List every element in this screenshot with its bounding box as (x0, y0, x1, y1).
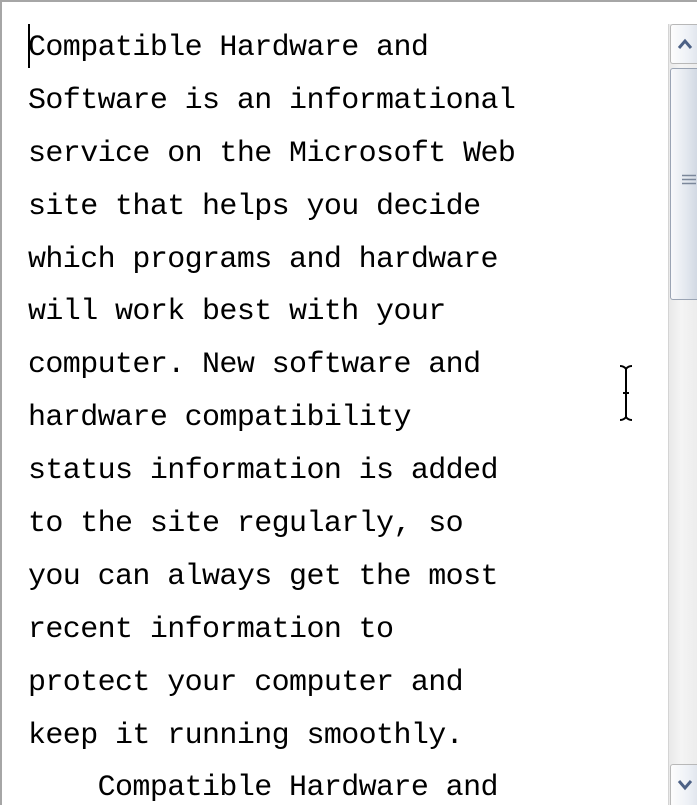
text-line: service on the Microsoft Web (28, 136, 516, 171)
scroll-up-button[interactable] (670, 24, 697, 64)
text-line: status information is added (28, 454, 498, 489)
chevron-up-icon (677, 38, 693, 49)
text-line: site that helps you decide (28, 189, 481, 224)
text-line: which programs and hardware (28, 242, 498, 277)
text-content[interactable]: Compatible Hardware and Software is an i… (28, 22, 658, 805)
text-line: Compatible Hardware and (28, 771, 499, 805)
text-line: Software is an informational (28, 83, 516, 118)
text-line: will work best with your (28, 295, 446, 330)
grip-lines-icon (682, 174, 696, 185)
scroll-down-button[interactable] (670, 764, 697, 805)
text-box[interactable]: Compatible Hardware and Software is an i… (0, 0, 697, 805)
text-line: computer. New software and (28, 348, 481, 383)
text-line: Compatible Hardware and (28, 31, 429, 65)
text-line: recent information to (28, 612, 394, 647)
text-line: to the site regularly, so (28, 507, 464, 542)
text-line: you can always get the most (28, 559, 498, 594)
i-beam-cursor-icon (619, 365, 633, 421)
text-caret (28, 24, 30, 68)
text-line: protect your computer and (28, 665, 464, 700)
text-line: hardware compatibility (28, 401, 411, 436)
chevron-down-icon (677, 780, 693, 791)
text-line: keep it running smoothly. (28, 718, 464, 753)
